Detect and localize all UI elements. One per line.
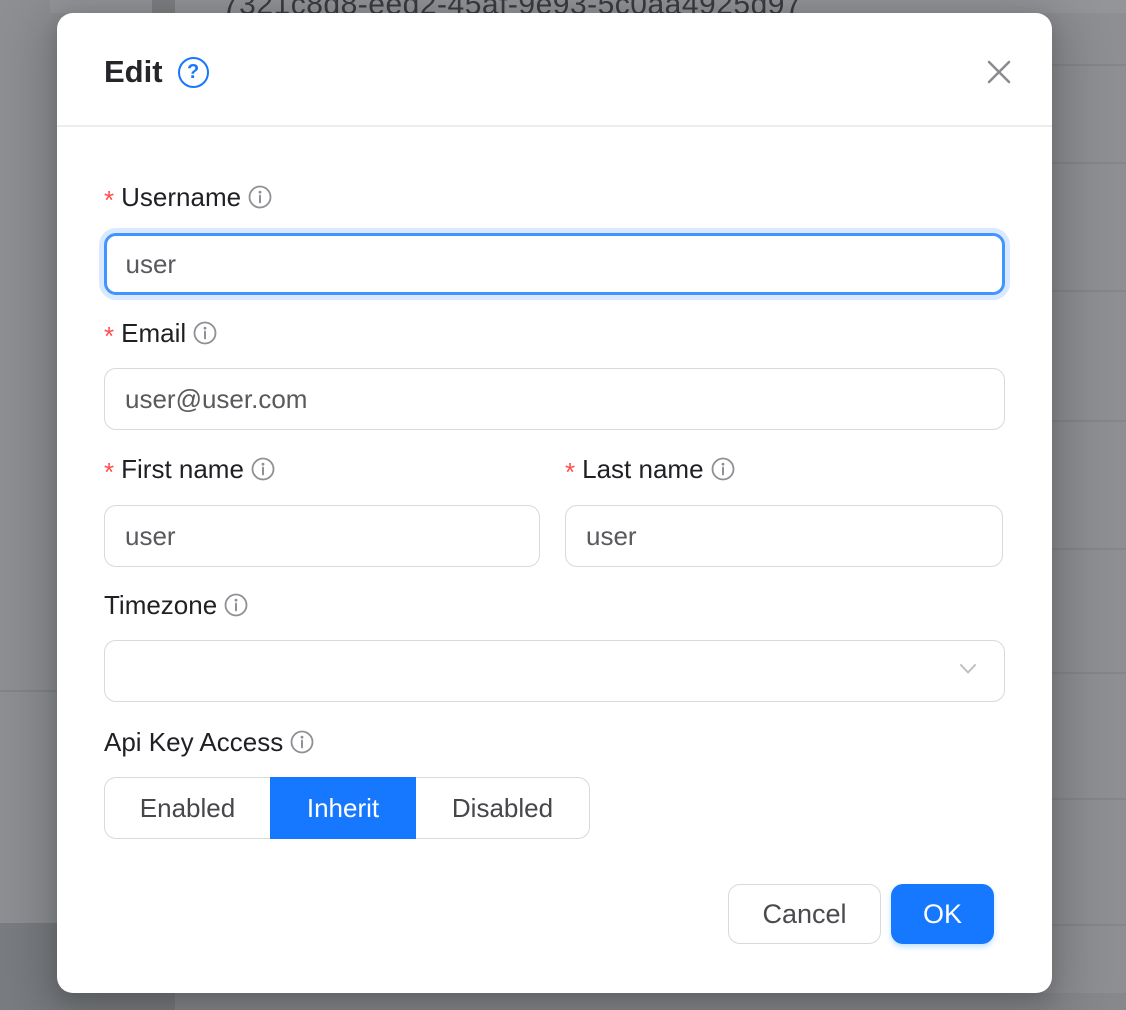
chevron-down-icon — [954, 655, 982, 688]
api-key-access-radio-group: Enabled Inherit Disabled — [104, 777, 590, 839]
dialog-title: Edit — [104, 53, 163, 91]
background-row-divider — [1040, 924, 1126, 926]
background-row-divider — [1040, 420, 1126, 422]
username-input[interactable] — [104, 233, 1005, 295]
edit-dialog: Edit ? * Username — [57, 13, 1052, 993]
timezone-label-text: Timezone — [104, 590, 217, 621]
background-row-divider — [1040, 64, 1126, 66]
username-label: * Username — [104, 181, 272, 213]
api-key-access-label-text: Api Key Access — [104, 727, 283, 758]
ok-button[interactable]: OK — [891, 884, 994, 944]
radio-option-enabled[interactable]: Enabled — [104, 777, 270, 839]
first-name-input[interactable] — [104, 505, 540, 567]
username-label-text: Username — [121, 182, 241, 213]
info-circle-icon[interactable] — [193, 321, 217, 345]
required-marker: * — [104, 459, 114, 485]
radio-option-disabled[interactable]: Disabled — [416, 777, 590, 839]
background-row-divider — [1040, 672, 1126, 674]
first-name-label-text: First name — [121, 454, 244, 485]
radio-option-inherit[interactable]: Inherit — [270, 777, 416, 839]
first-name-label: * First name — [104, 453, 275, 485]
timezone-select[interactable] — [104, 640, 1005, 702]
info-circle-icon[interactable] — [224, 593, 248, 617]
dialog-title-row: Edit ? — [104, 53, 209, 91]
background-row-divider — [1040, 290, 1126, 292]
close-icon — [984, 57, 1014, 87]
background-row-divider — [1040, 162, 1126, 164]
background-row-divider — [1040, 548, 1126, 550]
cancel-button[interactable]: Cancel — [728, 884, 881, 944]
background-panel — [175, 993, 1126, 1010]
background-row-divider — [1040, 798, 1126, 800]
email-input[interactable] — [104, 368, 1005, 430]
email-label: * Email — [104, 317, 217, 349]
help-circle-icon[interactable]: ? — [178, 57, 209, 88]
api-key-access-label: Api Key Access — [104, 726, 314, 758]
screen: 7321c8d8-eed2-45af-9e93-5c0aa4925d97 Edi… — [0, 0, 1126, 1010]
info-circle-icon[interactable] — [711, 457, 735, 481]
email-label-text: Email — [121, 318, 186, 349]
required-marker: * — [104, 323, 114, 349]
dialog-header: Edit ? — [57, 13, 1052, 125]
required-marker: * — [565, 459, 575, 485]
close-button[interactable] — [982, 55, 1016, 89]
timezone-label: Timezone — [104, 589, 248, 621]
last-name-label: * Last name — [565, 453, 735, 485]
info-circle-icon[interactable] — [248, 185, 272, 209]
background-column-edge — [152, 0, 175, 13]
header-divider — [57, 125, 1052, 127]
info-circle-icon[interactable] — [251, 457, 275, 481]
required-marker: * — [104, 187, 114, 213]
info-circle-icon[interactable] — [290, 730, 314, 754]
background-row-divider — [0, 690, 57, 692]
last-name-label-text: Last name — [582, 454, 703, 485]
last-name-input[interactable] — [565, 505, 1003, 567]
